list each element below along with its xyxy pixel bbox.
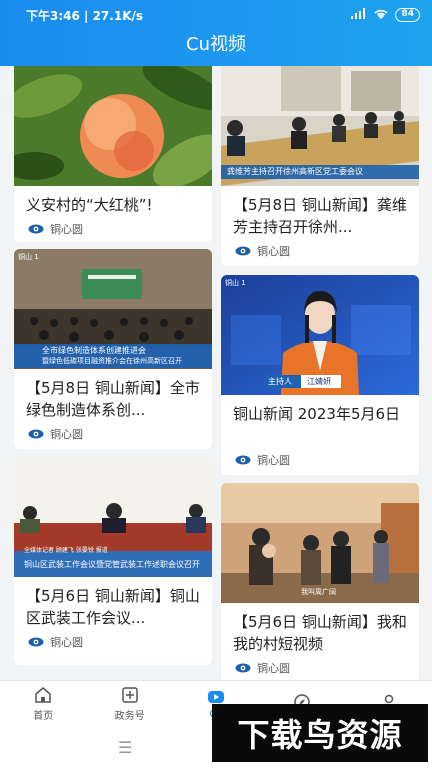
video-title[interactable]: 【5月6日 铜山新闻】铜山区武装工作会议... xyxy=(14,581,212,629)
video-source: 铜心圆 xyxy=(14,421,212,443)
video-card[interactable]: 我叫周广阔 【5月6日 铜山新闻】我和我的村短视频 铜心圆 xyxy=(221,483,419,680)
video-source: 铜心圆 xyxy=(14,216,212,238)
video-source: 铜心圆 xyxy=(14,629,212,651)
video-play-icon xyxy=(208,690,225,703)
source-name: 铜心圆 xyxy=(50,636,83,649)
nav-gov-label: 政务号 xyxy=(114,710,145,722)
video-source: 铜心圆 xyxy=(221,447,419,469)
video-card[interactable]: 义安村的“大红桃”! 铜心圆 xyxy=(14,66,212,242)
video-source: 铜心圆 xyxy=(221,238,419,260)
source-logo-icon xyxy=(235,663,251,673)
thumbnail-corner-label: 铜山 1 xyxy=(18,253,39,261)
source-name: 铜心圆 xyxy=(257,245,290,258)
video-title[interactable]: 义安村的“大红桃”! xyxy=(14,190,212,216)
video-thumbnail[interactable]: 我叫周广阔 xyxy=(221,483,419,603)
status-time: 下午3:46 | 27.1K/s xyxy=(26,8,144,23)
video-title[interactable]: 【5月8日 铜山新闻】全市绿色制造体系创... xyxy=(14,373,212,421)
video-thumbnail[interactable]: 全媒体记者 顾建飞 张晏锐 报道 铜山区武装工作会议暨党管武装工作述职会议召开 xyxy=(14,457,212,577)
status-bar: 下午3:46 | 27.1K/s 84 xyxy=(0,0,432,30)
video-card[interactable]: 铜山 1 主持人 江婧妍 铜山新闻 2023年5月6日 铜心圆 xyxy=(221,275,419,475)
video-thumbnail[interactable] xyxy=(14,66,212,186)
thumbnail-reporter: 全媒体记者 顾建飞 张晏锐 报道 xyxy=(24,547,108,554)
video-title[interactable]: 【5月6日 铜山新闻】我和我的村短视频 xyxy=(221,607,419,655)
video-thumbnail[interactable]: 铜山 1 全市绿色制造体系创建推进会 暨绿色低碳项目融资推介会在徐州高新区召开 xyxy=(14,249,212,369)
source-logo-icon xyxy=(235,246,251,256)
thumbnail-corner-label: 铜山 1 xyxy=(225,279,246,287)
video-card[interactable]: 龚维芳主持召开徐州高新区党工委会议 【5月8日 铜山新闻】龚维芳主持召开徐州..… xyxy=(221,66,419,266)
thumbnail-caption: 铜山区武装工作会议暨党管武装工作述职会议召开 xyxy=(24,560,200,569)
video-title[interactable]: 【5月8日 铜山新闻】龚维芳主持召开徐州... xyxy=(221,190,419,238)
source-name: 铜心圆 xyxy=(50,223,83,236)
video-source: 铜心圆 xyxy=(221,655,419,677)
video-title[interactable]: 铜山新闻 2023年5月6日 xyxy=(221,399,419,447)
video-card[interactable]: 全媒体记者 顾建飞 张晏锐 报道 铜山区武装工作会议暨党管武装工作述职会议召开 … xyxy=(14,457,212,665)
menu-icon[interactable]: ☰ xyxy=(118,738,132,757)
source-name: 铜心圆 xyxy=(50,428,83,441)
wifi-icon xyxy=(373,8,389,23)
source-logo-icon xyxy=(235,455,251,465)
video-feed[interactable]: 义安村的“大红桃”! 铜心圆 龚维芳主持召开徐州高新区党工委会议 【5月8日 铜… xyxy=(0,66,432,680)
nav-home[interactable]: 首页 xyxy=(0,681,86,726)
video-thumbnail[interactable]: 铜山 1 主持人 江婧妍 xyxy=(221,275,419,395)
thumbnail-caption: 全市绿色制造体系创建推进会 xyxy=(42,346,146,355)
video-thumbnail[interactable]: 龚维芳主持召开徐州高新区党工委会议 xyxy=(221,66,419,186)
source-name: 铜心圆 xyxy=(257,454,290,467)
gov-account-icon xyxy=(121,686,138,703)
source-logo-icon xyxy=(28,429,44,439)
nav-home-label: 首页 xyxy=(33,710,54,722)
thumbnail-caption: 暨绿色低碳项目融资推介会在徐州高新区召开 xyxy=(42,357,182,365)
anchor-name-label: 江婧妍 xyxy=(307,377,331,386)
source-logo-icon xyxy=(28,637,44,647)
watermark-logo: 下载鸟资源 xyxy=(212,704,428,762)
signal-icon xyxy=(351,8,367,22)
page-title: Cu视频 xyxy=(186,34,246,55)
thumbnail-caption: 龚维芳主持召开徐州高新区党工委会议 xyxy=(227,167,363,176)
thumbnail-sign: 我叫周广阔 xyxy=(301,588,336,596)
nav-gov[interactable]: 政务号 xyxy=(86,681,172,726)
status-icons: 84 xyxy=(351,8,420,23)
anchor-role-label: 主持人 xyxy=(268,377,292,386)
home-icon xyxy=(35,686,51,703)
video-card[interactable]: 铜山 1 全市绿色制造体系创建推进会 暨绿色低碳项目融资推介会在徐州高新区召开 … xyxy=(14,249,212,449)
battery-indicator: 84 xyxy=(395,8,420,22)
app-header: 下午3:46 | 27.1K/s 84 Cu视频 xyxy=(0,0,432,66)
source-logo-icon xyxy=(28,224,44,234)
source-name: 铜心圆 xyxy=(257,662,290,675)
